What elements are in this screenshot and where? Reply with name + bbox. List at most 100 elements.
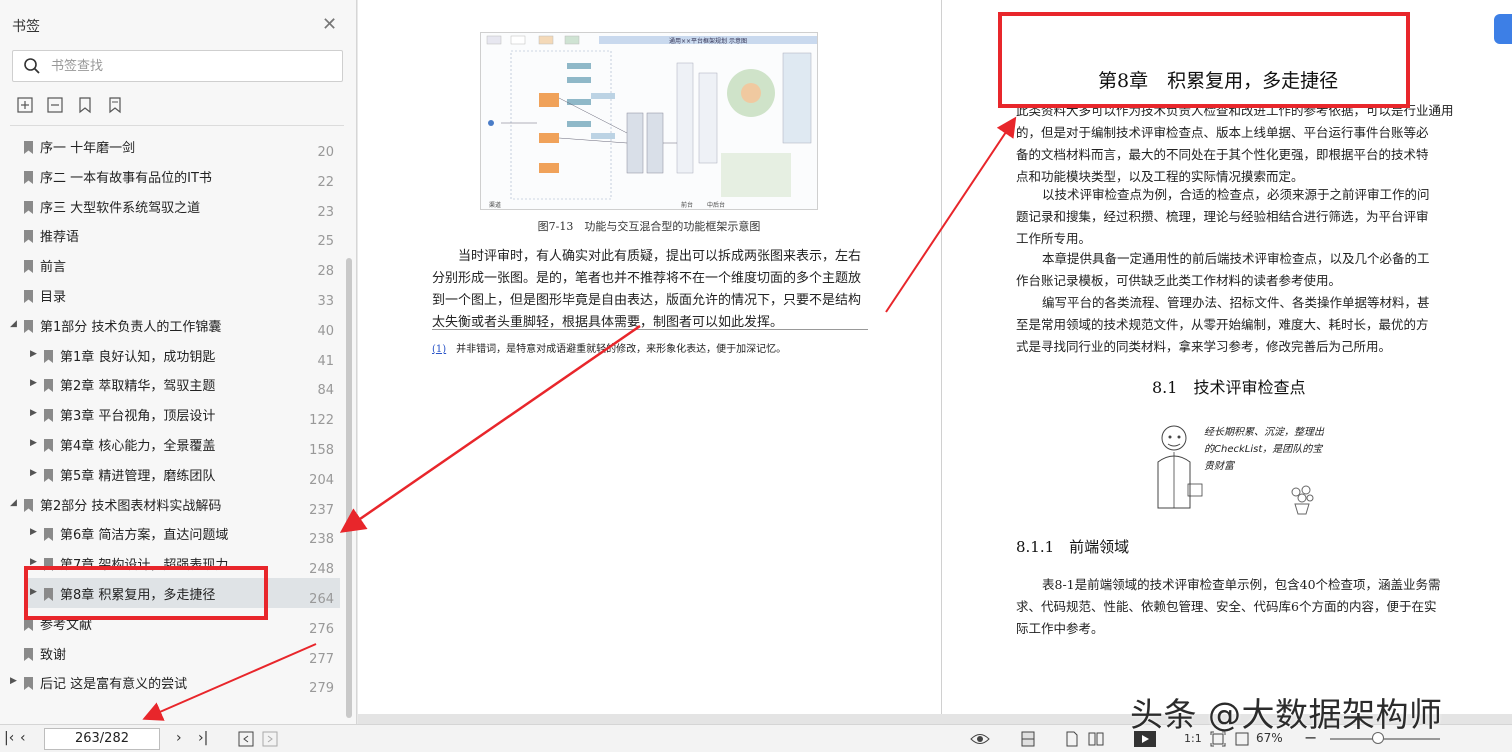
bookmark-flag-icon: [24, 646, 33, 661]
bookmark-item[interactable]: ▶ 第2章 萃取精华，驾驭主题 84: [0, 369, 340, 399]
bookmark-flag-icon: [44, 407, 53, 423]
continuous-view-icon[interactable]: [1020, 731, 1036, 747]
expand-caret-icon[interactable]: ▶: [30, 527, 37, 537]
forward-icon[interactable]: [262, 731, 278, 747]
framework-figure: 通用××平台框架规划 示意图 渠道 前台 中后台: [480, 32, 818, 210]
add-bookmark-icon[interactable]: [16, 96, 34, 114]
figure-label-backend: 中后台: [707, 201, 725, 209]
subsection-title: 8.1.1 前端领域: [1016, 538, 1130, 556]
expand-caret-icon[interactable]: ▶: [30, 408, 37, 418]
search-icon: [23, 57, 41, 79]
bookmark-item[interactable]: 致谢 277: [0, 638, 340, 668]
bookmark-item[interactable]: ◢ 第1部分 技术负责人的工作锦囊 40: [0, 310, 340, 340]
collapse-caret-icon[interactable]: ◢: [10, 319, 17, 329]
bookmark-flag-icon: [44, 377, 53, 393]
bookmark-item[interactable]: 序三 大型软件系统驾驭之道 23: [0, 191, 340, 221]
bookmark-flag-icon: [24, 497, 33, 512]
bookmark-item[interactable]: 序一 十年磨一剑 20: [0, 131, 340, 161]
bookmark-page-number: 276: [309, 621, 334, 637]
side-panel-toggle-icon[interactable]: [1494, 14, 1512, 44]
bookmark-flag-icon: [24, 288, 33, 303]
section-title: 8.1 技术评审检查点: [1152, 378, 1306, 397]
bookmark-search-input[interactable]: [51, 56, 331, 76]
bookmark-flag-icon: [24, 675, 33, 691]
right-para-3: 本章提供具备一定通用性的前后端技术评审检查点，以及几个必备的工 作台账记录模板，…: [1016, 251, 1430, 288]
bookmark-label: 推荐语: [40, 230, 80, 246]
figure-title: 通用××平台框架规划 示意图: [669, 37, 747, 45]
right-intro-text: 此类资料大多可以作为技术负责人检查和改进工作的参考依据，可以是行业通用 的，但是…: [1016, 103, 1454, 184]
right-para-5: 表8-1是前端领域的技术评审检查单示例，包含40个检查项，涵盖业务需 求、代码规…: [1016, 577, 1441, 636]
delete-bookmark-icon[interactable]: [46, 96, 64, 114]
left-body-text: 当时评审时，有人确实对此有质疑，提出可以拆成两张图来表示，左右 分别形成一张图。…: [432, 249, 862, 330]
bookmark-page-number: 204: [309, 472, 334, 488]
bookmark-label: 序一 十年磨一剑: [40, 141, 136, 156]
bookmark-flag-icon: [44, 437, 53, 452]
single-page-icon[interactable]: [1064, 731, 1080, 747]
expand-caret-icon[interactable]: ▶: [30, 468, 37, 478]
bookmark-label: 第1部分 技术负责人的工作锦囊: [40, 319, 222, 335]
figure-label-channel: 渠道: [489, 201, 501, 209]
panel-title: 书签: [12, 19, 40, 35]
expand-caret-icon[interactable]: ▶: [10, 676, 17, 686]
zoom-slider[interactable]: [1330, 738, 1440, 740]
bookmark-page-number: 33: [317, 294, 334, 309]
bookmark-label: 第2部分 技术图表材料实战解码: [40, 498, 222, 514]
bookmark-page-number: 279: [309, 681, 334, 697]
bookmark-item[interactable]: ▶ 第4章 核心能力，全景覆盖 158: [0, 429, 340, 459]
illustration-text: 经长期积累、沉淀，整理出的CheckList，是团队的宝贵财富: [1204, 427, 1324, 472]
bookmark-item[interactable]: ▶ 第3章 平台视角，顶层设计 122: [0, 399, 340, 429]
bookmark-flag-icon: [44, 526, 53, 542]
bookmark-page-number: 22: [317, 174, 334, 190]
bookmark-page-number: 264: [309, 592, 334, 607]
bookmark-page-number: 41: [317, 353, 334, 369]
bookmark-page-number: 277: [309, 651, 334, 667]
bookmark-item[interactable]: ▶ 第1章 良好认知，成功钥匙 41: [0, 340, 340, 370]
annotation-box-bookmark: [24, 566, 268, 620]
bookmark-item[interactable]: ▶ 后记 这是富有意义的尝试 279: [0, 667, 340, 697]
bookmark-page-number: 84: [317, 383, 334, 399]
expand-caret-icon[interactable]: ▶: [30, 349, 37, 359]
expand-caret-icon[interactable]: ▶: [30, 438, 37, 448]
footnote: (1) 并非错词，是特意对成语避重就轻的修改，来形象化表达，便于加深记忆。: [432, 344, 787, 355]
page-divider: [941, 0, 942, 714]
bookmark-label: 序二 一本有故事有品位的IT书: [40, 170, 212, 186]
footnote-ref-link[interactable]: (1): [432, 344, 446, 355]
bookmark-label: 第5章 精进管理，磨练团队: [60, 468, 216, 484]
bookmark-item[interactable]: 推荐语 25: [0, 220, 340, 250]
bookmark-page-number: 40: [317, 323, 334, 339]
bookmark-item[interactable]: ◢ 第2部分 技术图表材料实战解码 237: [0, 489, 340, 519]
footnote-divider: [432, 329, 868, 330]
bookmark-item[interactable]: 前言 28: [0, 250, 340, 280]
bookmark-item[interactable]: ▶ 第6章 简洁方案，直达问题域 238: [0, 518, 340, 548]
page-number-input[interactable]: 263/282: [44, 728, 160, 750]
bookmark-icon[interactable]: [76, 96, 94, 114]
expand-caret-icon[interactable]: ▶: [30, 378, 37, 388]
bookmark-item[interactable]: 目录 33: [0, 280, 340, 310]
first-page-icon[interactable]: |‹: [4, 730, 14, 746]
back-icon[interactable]: [238, 731, 254, 747]
close-icon[interactable]: ✕: [322, 14, 337, 35]
two-page-icon[interactable]: [1088, 731, 1104, 747]
bookmark-item[interactable]: ▶ 第5章 精进管理，磨练团队 204: [0, 459, 340, 489]
bookmark-search[interactable]: [12, 50, 343, 82]
bookmark-flag-icon: [44, 348, 53, 363]
prev-page-icon[interactable]: ‹: [20, 730, 26, 746]
bookmark-label: 前言: [40, 260, 67, 276]
figure-caption: 图7-13 功能与交互混合型的功能框架示意图: [537, 220, 761, 233]
collapse-caret-icon[interactable]: ◢: [10, 498, 17, 508]
bookmark-page-number: 25: [317, 234, 334, 250]
sidebar-scrollbar[interactable]: [346, 258, 352, 718]
bookmark-page-number: 122: [309, 413, 334, 429]
bookmark-item[interactable]: 序二 一本有故事有品位的IT书 22: [0, 161, 340, 191]
illustration: [1142, 418, 1212, 518]
bookmark-page-number: 20: [317, 145, 334, 160]
bookmark-flag-icon: [24, 258, 33, 274]
eye-icon[interactable]: [970, 731, 990, 747]
right-para-4: 编写平台的各类流程、管理办法、招标文件、各类操作单据等材料，甚 至是常用领域的技…: [1016, 295, 1430, 354]
bookmark-list: 序一 十年磨一剑 20 序二 一本有故事有品位的IT书 22 序三 大型软件系统驾驭之道…: [0, 131, 344, 711]
bookmark-page-number: 248: [309, 562, 334, 578]
next-page-icon[interactable]: ›: [176, 730, 182, 746]
last-page-icon[interactable]: ›|: [198, 730, 208, 746]
bookmark-outline-icon[interactable]: [106, 96, 124, 114]
bookmark-flag-icon: [24, 228, 33, 244]
